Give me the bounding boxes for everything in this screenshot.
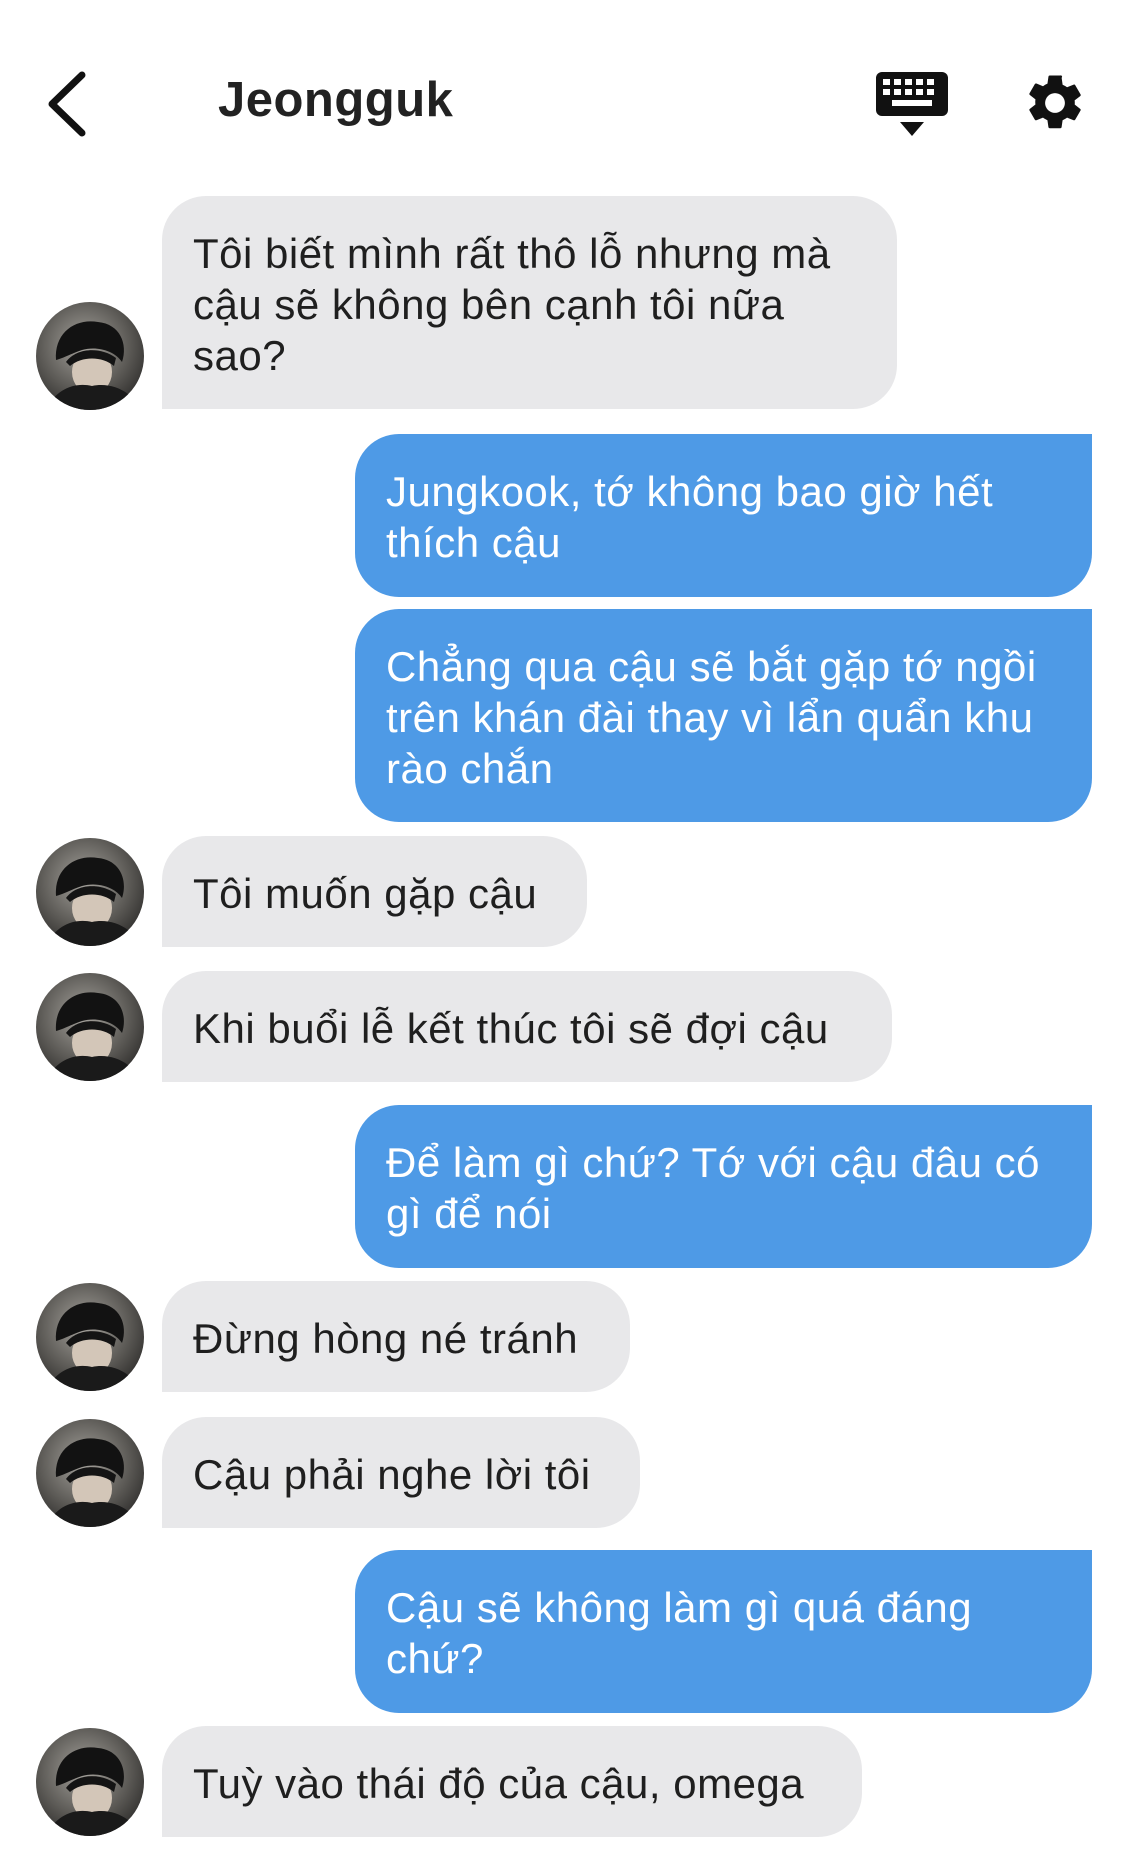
message-bubble-outgoing[interactable]: Jungkook, tớ không bao giờ hết thích cậu (355, 434, 1092, 597)
avatar-image (36, 302, 144, 410)
avatar-image (36, 1728, 144, 1836)
avatar-image (36, 973, 144, 1081)
message-bubble-incoming[interactable]: Cậu phải nghe lời tôi (162, 1417, 640, 1528)
avatar[interactable] (36, 1419, 144, 1527)
message-bubble-incoming[interactable]: Tôi biết mình rất thô lỗ nhưng mà cậu sẽ… (162, 196, 897, 409)
avatar[interactable] (36, 302, 144, 410)
avatar-image (36, 1419, 144, 1527)
message-bubble-outgoing[interactable]: Để làm gì chứ? Tớ với cậu đâu có gì để n… (355, 1105, 1092, 1268)
avatar[interactable] (36, 1283, 144, 1391)
avatar[interactable] (36, 1728, 144, 1836)
message-bubble-incoming[interactable]: Đừng hòng né tránh (162, 1281, 630, 1392)
message-bubble-incoming[interactable]: Tuỳ vào thái độ của cậu, omega (162, 1726, 862, 1837)
message-bubble-incoming[interactable]: Khi buổi lễ kết thúc tôi sẽ đợi cậu (162, 971, 892, 1082)
avatar-image (36, 838, 144, 946)
message-list[interactable]: Tôi biết mình rất thô lỗ nhưng mà cậu sẽ… (0, 0, 1125, 1859)
message-bubble-incoming[interactable]: Tôi muốn gặp cậu (162, 836, 587, 947)
avatar[interactable] (36, 838, 144, 946)
avatar[interactable] (36, 973, 144, 1081)
avatar-image (36, 1283, 144, 1391)
message-bubble-outgoing[interactable]: Cậu sẽ không làm gì quá đáng chứ? (355, 1550, 1092, 1713)
message-bubble-outgoing[interactable]: Chẳng qua cậu sẽ bắt gặp tớ ngồi trên kh… (355, 609, 1092, 822)
